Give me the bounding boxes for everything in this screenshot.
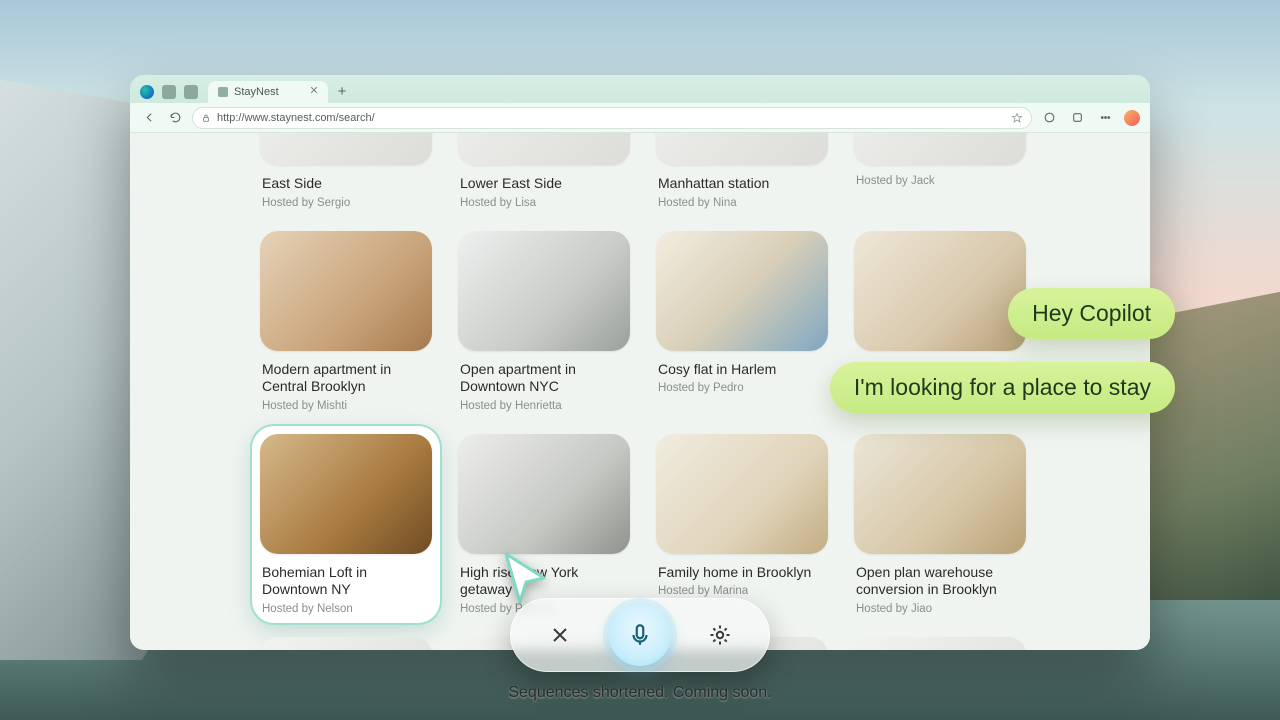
listing-thumb: [656, 434, 828, 554]
close-icon: [548, 623, 572, 647]
listing-card[interactable]: Open plan warehouse conversion in Brookl…: [854, 434, 1026, 615]
listing-host: Hosted by Sergio: [262, 197, 430, 209]
listing-thumb: [260, 434, 432, 554]
listing-host: Hosted by Nina: [658, 197, 826, 209]
listing-thumb: [854, 637, 1026, 651]
listing-title: Open apartment in Downtown NYC: [460, 361, 628, 396]
listing-thumb: [458, 231, 630, 351]
listing-title: Bohemian Loft in Downtown NY: [262, 564, 430, 599]
refresh-button[interactable]: [166, 109, 184, 127]
listing-thumb: [260, 231, 432, 351]
gear-icon: [708, 623, 732, 647]
listing-title: Family home in Brooklyn: [658, 564, 826, 582]
address-bar[interactable]: http://www.staynest.com/search/: [192, 107, 1032, 129]
microphone-button[interactable]: [609, 604, 671, 666]
microphone-icon: [627, 622, 653, 648]
listing-thumb: [260, 637, 432, 651]
listing-host: Hosted by Pedro: [658, 382, 826, 394]
listing-card[interactable]: Cosy flat in Harlem Hosted by Pedro: [656, 231, 828, 412]
listing-thumb: [854, 434, 1026, 554]
copilot-toolbar-icon[interactable]: [1040, 109, 1058, 127]
listing-title: Modern apartment in Central Brooklyn: [262, 361, 430, 396]
listing-card[interactable]: East Side Hosted by Sergio: [260, 133, 432, 209]
user-speech-bubble: Hey Copilot: [1008, 288, 1175, 339]
listing-thumb: [656, 133, 828, 165]
listing-title: Open plan warehouse conversion in Brookl…: [856, 564, 1024, 599]
listing-host: Hosted by Nelson: [262, 603, 430, 615]
listing-title: High rise New York getaway: [460, 564, 628, 599]
tab-strip: StayNest ✕ +: [130, 75, 1150, 103]
listing-title: Lower East Side: [460, 175, 628, 193]
listing-host: Hosted by Henrietta: [460, 400, 628, 412]
bubble-text: I'm looking for a place to stay: [854, 374, 1151, 400]
favorite-star-icon[interactable]: [1011, 112, 1023, 124]
listing-thumb: [656, 231, 828, 351]
listing-thumb: [854, 133, 1026, 165]
workspaces-icon[interactable]: [162, 85, 176, 99]
listing-thumb: [458, 133, 630, 165]
listing-host: Hosted by Mishti: [262, 400, 430, 412]
menu-button[interactable]: [1096, 109, 1114, 127]
listing-thumb: [854, 231, 1026, 351]
listing-host: Hosted by Lisa: [460, 197, 628, 209]
back-button[interactable]: [140, 109, 158, 127]
listing-card[interactable]: Hosted by Jack: [854, 133, 1026, 209]
listing-card[interactable]: Family home in Brooklyn Hosted by Marina: [656, 434, 828, 615]
site-info-icon: [201, 113, 211, 123]
browser-tab[interactable]: StayNest ✕: [208, 81, 328, 103]
listing-thumb: [458, 434, 630, 554]
tab-actions-icon[interactable]: [184, 85, 198, 99]
close-button[interactable]: [537, 612, 583, 658]
listing-host: Hosted by Marina: [658, 585, 826, 597]
listing-card[interactable]: [854, 637, 1026, 651]
user-speech-bubble: I'm looking for a place to stay: [830, 362, 1175, 413]
tab-favicon-icon: [218, 87, 228, 97]
browser-toolbar: http://www.staynest.com/search/: [130, 103, 1150, 133]
titlebar-icons: [136, 85, 204, 103]
profile-avatar[interactable]: [1124, 110, 1140, 126]
extensions-icon[interactable]: [1068, 109, 1086, 127]
listing-card[interactable]: Lower East Side Hosted by Lisa: [458, 133, 630, 209]
copilot-control-bar: [510, 598, 770, 672]
listing-host: Hosted by Jack: [856, 175, 1024, 187]
tab-close-button[interactable]: ✕: [308, 85, 320, 97]
listing-title: Cosy flat in Harlem: [658, 361, 826, 379]
listing-title: East Side: [262, 175, 430, 193]
settings-button[interactable]: [697, 612, 743, 658]
bubble-text: Hey Copilot: [1032, 300, 1151, 326]
listing-card-selected[interactable]: Bohemian Loft in Downtown NY Hosted by N…: [252, 426, 440, 623]
listing-thumb: [260, 133, 432, 165]
listing-card[interactable]: Open apartment in Downtown NYC Hosted by…: [458, 231, 630, 412]
edge-logo-icon: [140, 85, 154, 99]
url-text: http://www.staynest.com/search/: [217, 112, 1005, 124]
listing-card[interactable]: Modern apartment in Central Brooklyn Hos…: [260, 231, 432, 412]
listing-card[interactable]: High rise New York getaway Hosted by Pat…: [458, 434, 630, 615]
listing-card[interactable]: Manhattan station Hosted by Nina: [656, 133, 828, 209]
listing-host: Hosted by Jiao: [856, 603, 1024, 615]
disclaimer-caption: Sequences shortened. Coming soon.: [508, 684, 771, 702]
new-tab-button[interactable]: +: [332, 81, 352, 101]
tab-title: StayNest: [234, 86, 279, 98]
listing-title: Manhattan station: [658, 175, 826, 193]
listing-card[interactable]: [260, 637, 432, 651]
